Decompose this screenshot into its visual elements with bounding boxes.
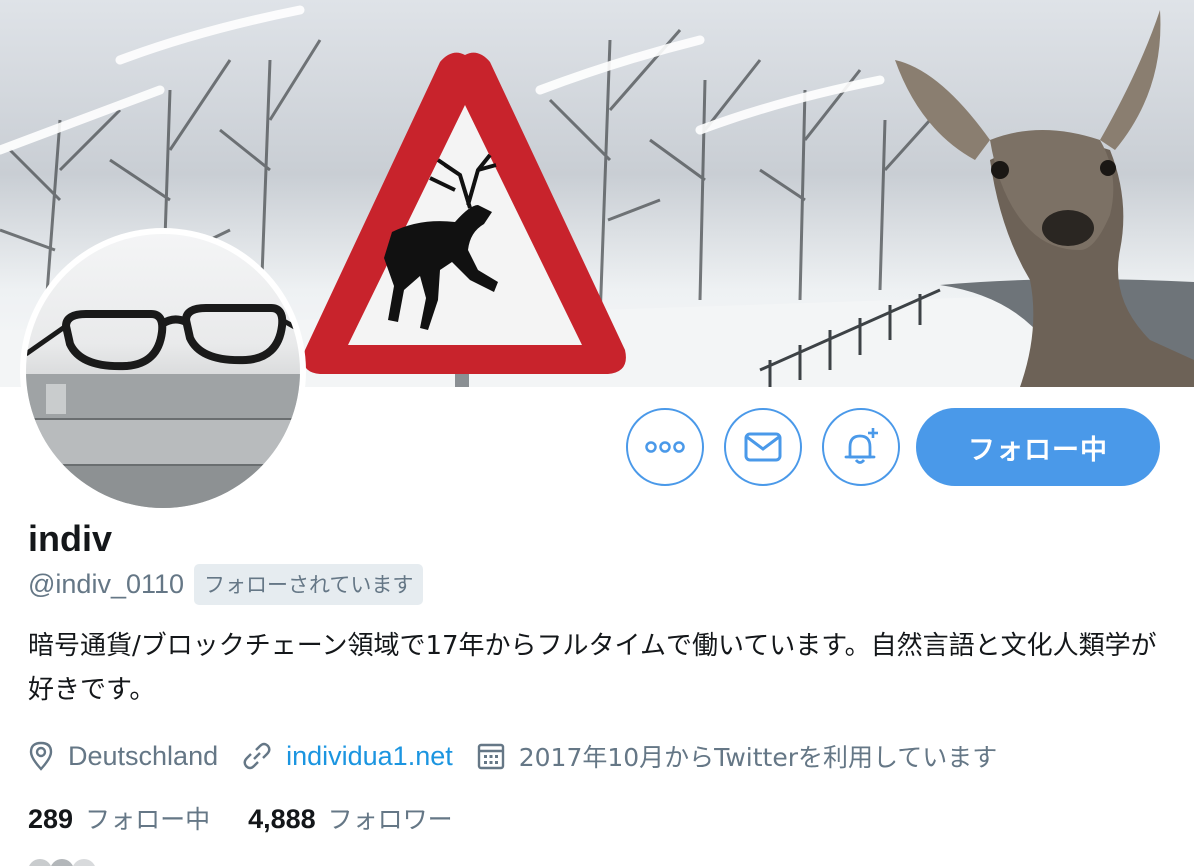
- display-name[interactable]: indiv: [28, 518, 112, 560]
- avatar[interactable]: [20, 228, 306, 514]
- location-pin-icon: [29, 741, 53, 771]
- followers-count: 4,888: [248, 804, 316, 834]
- follow-stats: 289 フォロー中 4,888 フォロワー: [28, 800, 491, 836]
- following-stat[interactable]: 289 フォロー中: [28, 800, 210, 836]
- follows-you-badge: フォローされています: [194, 564, 424, 605]
- website-link[interactable]: individua1.net: [286, 741, 453, 772]
- handle-row: @indiv_0110 フォローされています: [28, 564, 424, 605]
- more-icon: [645, 441, 685, 453]
- followers-label: フォロワー: [327, 805, 453, 834]
- website: individua1.net: [242, 741, 453, 772]
- followed-by-row: [28, 856, 1128, 866]
- username-handle[interactable]: @indiv_0110: [28, 569, 184, 600]
- notify-button[interactable]: [822, 408, 900, 486]
- more-button[interactable]: [626, 408, 704, 486]
- avatar-image: [26, 234, 300, 508]
- following-button[interactable]: フォロー中: [916, 408, 1160, 486]
- bell-plus-icon: [844, 428, 878, 464]
- profile-meta: Deutschland individua1.net 2017年10月からTwi…: [28, 738, 1021, 774]
- profile-bio: 暗号通貨/ブロックチェーン領域で17年からフルタイムで働いています。自然言語と文…: [28, 631, 1157, 705]
- joined-date: 2017年10月からTwitterを利用しています: [477, 738, 997, 774]
- location: Deutschland: [28, 741, 218, 772]
- link-icon: [243, 742, 271, 770]
- following-label: フォロー中: [85, 805, 211, 834]
- message-button[interactable]: [724, 408, 802, 486]
- profile-actions: フォロー中: [626, 408, 1160, 486]
- followed-by-avatars: [29, 859, 95, 866]
- followers-stat[interactable]: 4,888 フォロワー: [248, 800, 453, 836]
- calendar-icon: [477, 743, 504, 770]
- mail-icon: [744, 432, 782, 462]
- location-text: Deutschland: [68, 740, 219, 771]
- joined-text: 2017年10月からTwitterを利用しています: [518, 743, 998, 772]
- following-count: 289: [28, 804, 74, 834]
